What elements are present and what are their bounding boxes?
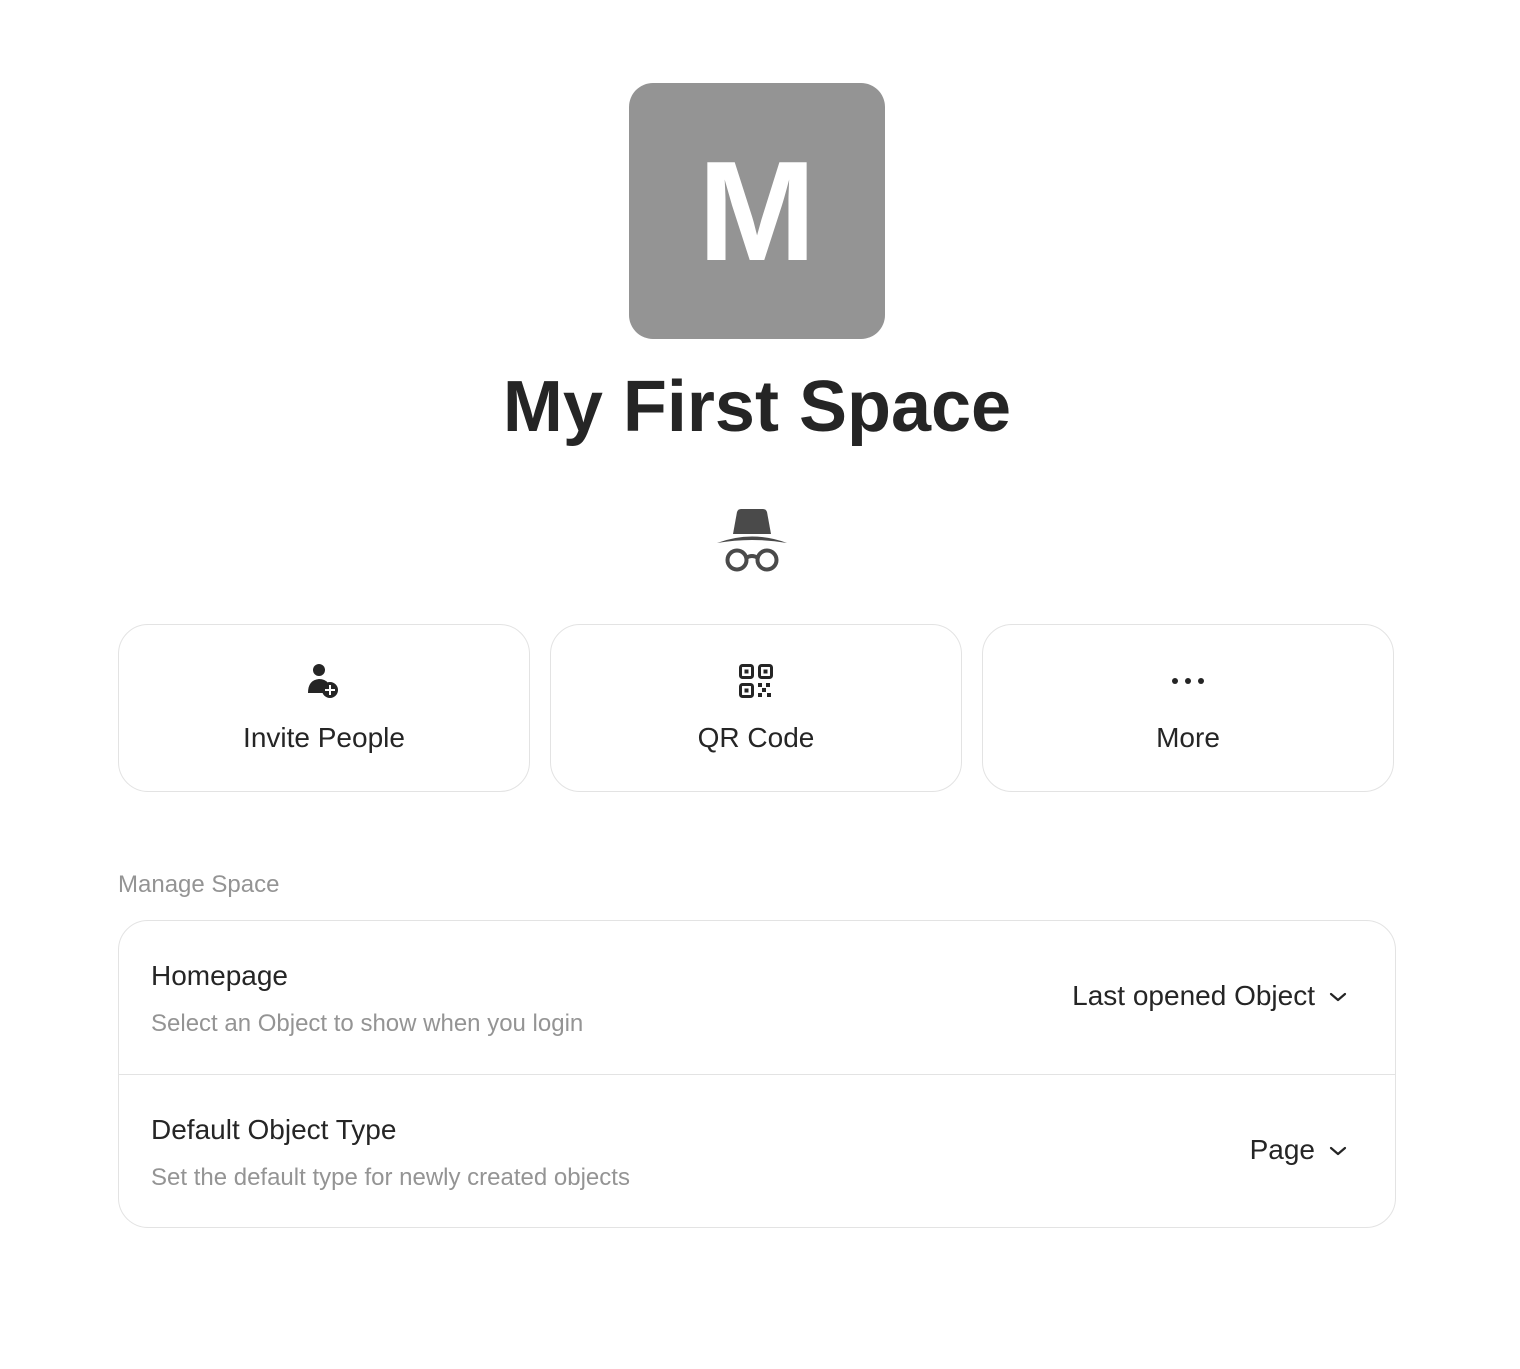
invite-people-button[interactable]: Invite People bbox=[118, 624, 530, 792]
space-avatar-letter: M bbox=[697, 132, 817, 291]
space-settings-page: M My First Space Invite People QR Code M… bbox=[0, 0, 1520, 1369]
chevron-down-icon bbox=[1329, 992, 1347, 1002]
more-dots-icon bbox=[1170, 663, 1206, 699]
manage-space-label: Manage Space bbox=[118, 871, 280, 898]
space-avatar[interactable]: M bbox=[629, 83, 885, 339]
chevron-down-icon bbox=[1329, 1146, 1347, 1156]
manage-space-settings: Homepage Select an Object to show when y… bbox=[118, 920, 1396, 1228]
qr-code-label: QR Code bbox=[697, 722, 815, 753]
default-object-type-title: Default Object Type bbox=[151, 1114, 397, 1145]
qr-code-button[interactable]: QR Code bbox=[550, 624, 962, 792]
default-object-type-setting[interactable]: Default Object Type Set the default type… bbox=[119, 1074, 1395, 1227]
more-label: More bbox=[1156, 722, 1220, 753]
invite-people-label: Invite People bbox=[243, 722, 405, 753]
more-button[interactable]: More bbox=[982, 624, 1394, 792]
qr-code-icon bbox=[738, 663, 774, 699]
invite-person-icon bbox=[306, 663, 342, 699]
default-object-type-select[interactable]: Page bbox=[1250, 1133, 1347, 1167]
default-object-type-description: Set the default type for newly created o… bbox=[151, 1164, 630, 1191]
homepage-title: Homepage bbox=[151, 960, 288, 991]
homepage-select[interactable]: Last opened Object bbox=[1072, 979, 1347, 1013]
incognito-icon bbox=[716, 506, 788, 574]
default-object-type-value: Page bbox=[1249, 1134, 1315, 1165]
homepage-value: Last opened Object bbox=[1072, 980, 1315, 1011]
homepage-setting[interactable]: Homepage Select an Object to show when y… bbox=[119, 921, 1395, 1074]
homepage-description: Select an Object to show when you login bbox=[151, 1010, 584, 1037]
space-name: My First Space bbox=[502, 367, 1012, 447]
